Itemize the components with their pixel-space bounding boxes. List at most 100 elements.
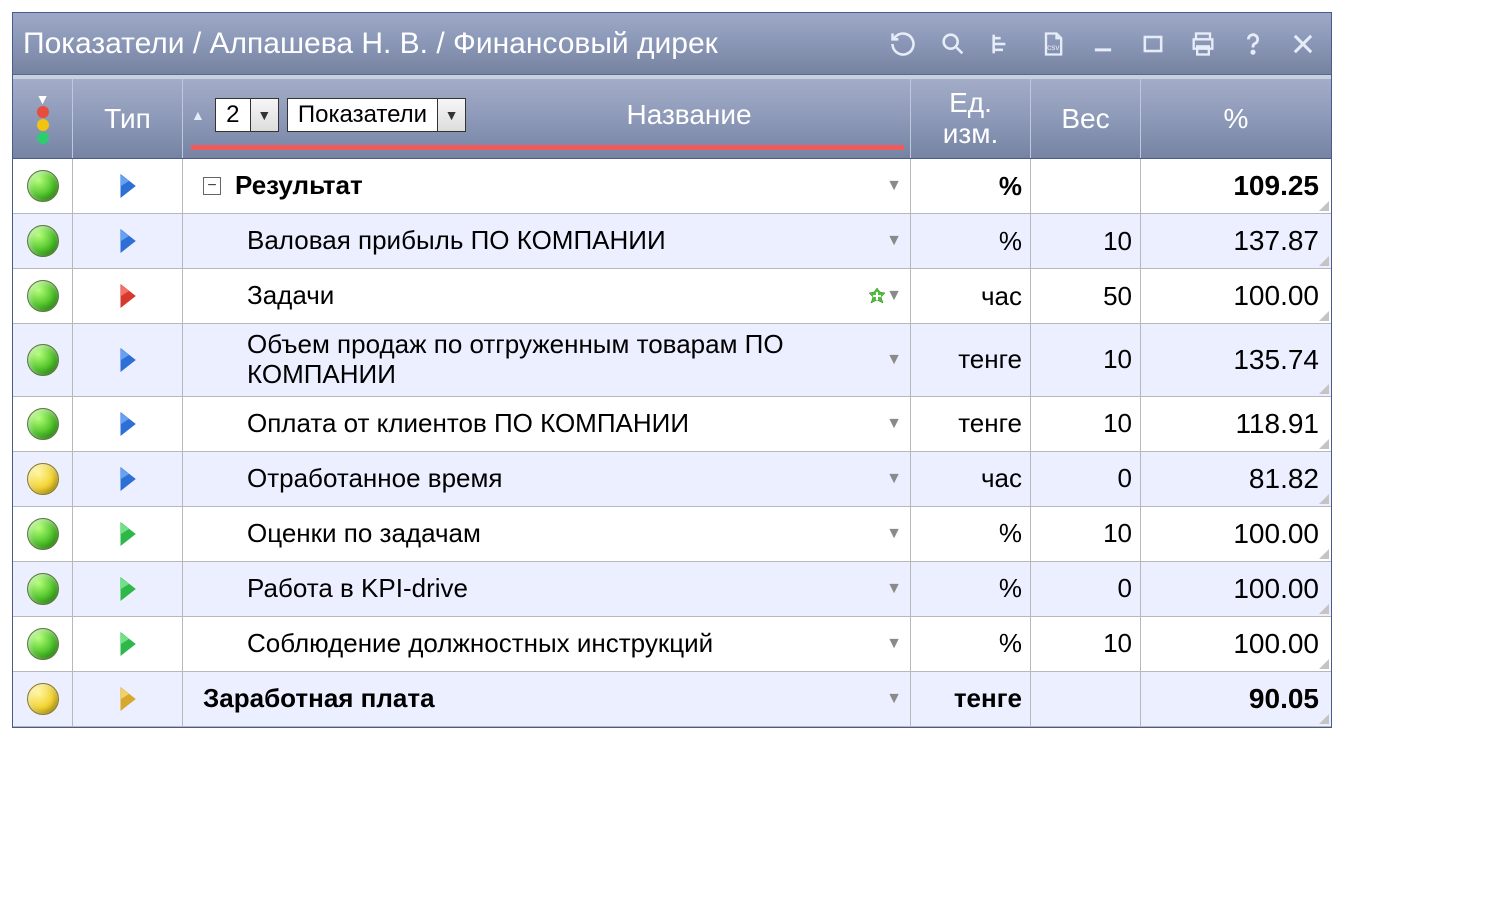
row-name: Оплата от клиентов ПО КОМПАНИИ bbox=[247, 409, 886, 439]
col-header-status[interactable]: ▼ bbox=[13, 79, 73, 158]
status-cell bbox=[13, 672, 73, 726]
type-cell bbox=[73, 672, 183, 726]
status-cell bbox=[13, 397, 73, 451]
table-row[interactable]: Задачи▼час50100.00 bbox=[13, 269, 1331, 324]
row-name: Заработная плата bbox=[203, 684, 886, 714]
col-header-type[interactable]: Тип bbox=[73, 79, 183, 158]
arrow-blue-icon bbox=[118, 228, 138, 254]
row-menu-icon[interactable]: ▼ bbox=[886, 177, 902, 195]
type-cell bbox=[73, 507, 183, 561]
unit-cell: час bbox=[911, 452, 1031, 506]
unit-cell: % bbox=[911, 562, 1031, 616]
percent-cell: 100.00 bbox=[1141, 562, 1331, 616]
status-cell bbox=[13, 214, 73, 268]
category-combo[interactable]: Показатели ▼ bbox=[287, 98, 466, 132]
table-row[interactable]: Объем продаж по отгруженным товарам ПО К… bbox=[13, 324, 1331, 397]
collapse-icon[interactable]: − bbox=[203, 177, 221, 195]
close-icon[interactable] bbox=[1289, 30, 1317, 58]
col-header-unit[interactable]: Ед. изм. bbox=[911, 79, 1031, 158]
table-row[interactable]: Заработная плата▼тенге90.05 bbox=[13, 672, 1331, 727]
green-led-icon bbox=[27, 170, 59, 202]
col-header-weight[interactable]: Вес bbox=[1031, 79, 1141, 158]
add-subtask-icon[interactable] bbox=[868, 287, 886, 305]
table-row[interactable]: Отработанное время▼час081.82 bbox=[13, 452, 1331, 507]
green-led-icon bbox=[27, 628, 59, 660]
name-cell[interactable]: −Результат▼ bbox=[183, 159, 911, 213]
row-name: Объем продаж по отгруженным товарам ПО К… bbox=[247, 330, 886, 390]
sort-asc-icon[interactable]: ▲ bbox=[191, 107, 205, 123]
name-cell[interactable]: Задачи▼ bbox=[183, 269, 911, 323]
table-row[interactable]: Работа в KPI-drive▼%0100.00 bbox=[13, 562, 1331, 617]
active-column-indicator bbox=[191, 145, 904, 150]
table-row[interactable]: −Результат▼%109.25 bbox=[13, 159, 1331, 214]
percent-cell: 100.00 bbox=[1141, 617, 1331, 671]
unit-cell: тенге bbox=[911, 324, 1031, 396]
name-cell[interactable]: Оценки по задачам▼ bbox=[183, 507, 911, 561]
name-cell[interactable]: Работа в KPI-drive▼ bbox=[183, 562, 911, 616]
resize-corner-icon bbox=[1319, 549, 1329, 559]
level-spinner[interactable]: 2 ▼ bbox=[215, 98, 279, 132]
resize-corner-icon bbox=[1319, 714, 1329, 724]
dropdown-icon[interactable]: ▼ bbox=[250, 99, 278, 131]
table-row[interactable]: Валовая прибыль ПО КОМПАНИИ▼%10137.87 bbox=[13, 214, 1331, 269]
maximize-icon[interactable] bbox=[1139, 30, 1167, 58]
table-row[interactable]: Оценки по задачам▼%10100.00 bbox=[13, 507, 1331, 562]
column-header-row: ▼ Тип ▲ 2 ▼ Показатели ▼ Название bbox=[13, 75, 1331, 159]
arrow-green-icon bbox=[118, 576, 138, 602]
row-menu-icon[interactable]: ▼ bbox=[886, 525, 902, 543]
resize-corner-icon bbox=[1319, 494, 1329, 504]
arrow-red-icon bbox=[118, 283, 138, 309]
unit-cell: тенге bbox=[911, 397, 1031, 451]
col-header-percent[interactable]: % bbox=[1141, 79, 1331, 158]
row-menu-icon[interactable]: ▼ bbox=[886, 635, 902, 653]
name-cell[interactable]: Объем продаж по отгруженным товарам ПО К… bbox=[183, 324, 911, 396]
arrow-yellow-icon bbox=[118, 686, 138, 712]
dropdown-icon[interactable]: ▼ bbox=[437, 99, 465, 131]
row-menu-icon[interactable]: ▼ bbox=[886, 470, 902, 488]
row-name: Результат bbox=[235, 171, 886, 201]
refresh-icon[interactable] bbox=[889, 30, 917, 58]
resize-corner-icon bbox=[1319, 384, 1329, 394]
table-row[interactable]: Оплата от клиентов ПО КОМПАНИИ▼тенге1011… bbox=[13, 397, 1331, 452]
resize-corner-icon bbox=[1319, 311, 1329, 321]
minimize-icon[interactable] bbox=[1089, 30, 1117, 58]
weight-cell: 10 bbox=[1031, 324, 1141, 396]
window-title: Показатели / Алпашева Н. В. / Финансовый… bbox=[23, 27, 889, 61]
percent-cell: 100.00 bbox=[1141, 507, 1331, 561]
name-cell[interactable]: Заработная плата▼ bbox=[183, 672, 911, 726]
status-cell bbox=[13, 452, 73, 506]
titlebar: Показатели / Алпашева Н. В. / Финансовый… bbox=[13, 13, 1331, 75]
row-menu-icon[interactable]: ▼ bbox=[886, 351, 902, 369]
status-cell bbox=[13, 269, 73, 323]
table-row[interactable]: Соблюдение должностных инструкций▼%10100… bbox=[13, 617, 1331, 672]
green-led-icon bbox=[27, 280, 59, 312]
status-cell bbox=[13, 159, 73, 213]
name-cell[interactable]: Отработанное время▼ bbox=[183, 452, 911, 506]
row-menu-icon[interactable]: ▼ bbox=[886, 580, 902, 598]
tree-icon[interactable] bbox=[989, 30, 1017, 58]
row-menu-icon[interactable]: ▼ bbox=[886, 287, 902, 305]
help-icon[interactable] bbox=[1239, 30, 1267, 58]
green-led-icon bbox=[27, 518, 59, 550]
name-cell[interactable]: Валовая прибыль ПО КОМПАНИИ▼ bbox=[183, 214, 911, 268]
resize-corner-icon bbox=[1319, 604, 1329, 614]
arrow-blue-icon bbox=[118, 411, 138, 437]
type-cell bbox=[73, 452, 183, 506]
name-cell[interactable]: Соблюдение должностных инструкций▼ bbox=[183, 617, 911, 671]
grid-body: −Результат▼%109.25Валовая прибыль ПО КОМ… bbox=[13, 159, 1331, 727]
kpi-window: Показатели / Алпашева Н. В. / Финансовый… bbox=[12, 12, 1332, 728]
percent-cell: 118.91 bbox=[1141, 397, 1331, 451]
yellow-led-icon bbox=[27, 683, 59, 715]
weight-cell: 10 bbox=[1031, 397, 1141, 451]
print-icon[interactable] bbox=[1189, 30, 1217, 58]
row-menu-icon[interactable]: ▼ bbox=[886, 690, 902, 708]
green-led-icon bbox=[27, 344, 59, 376]
row-menu-icon[interactable]: ▼ bbox=[886, 232, 902, 250]
csv-icon[interactable]: csv bbox=[1039, 30, 1067, 58]
status-cell bbox=[13, 507, 73, 561]
row-menu-icon[interactable]: ▼ bbox=[886, 415, 902, 433]
type-cell bbox=[73, 269, 183, 323]
name-cell[interactable]: Оплата от клиентов ПО КОМПАНИИ▼ bbox=[183, 397, 911, 451]
col-header-name-label[interactable]: Название bbox=[474, 99, 904, 131]
search-icon[interactable] bbox=[939, 30, 967, 58]
